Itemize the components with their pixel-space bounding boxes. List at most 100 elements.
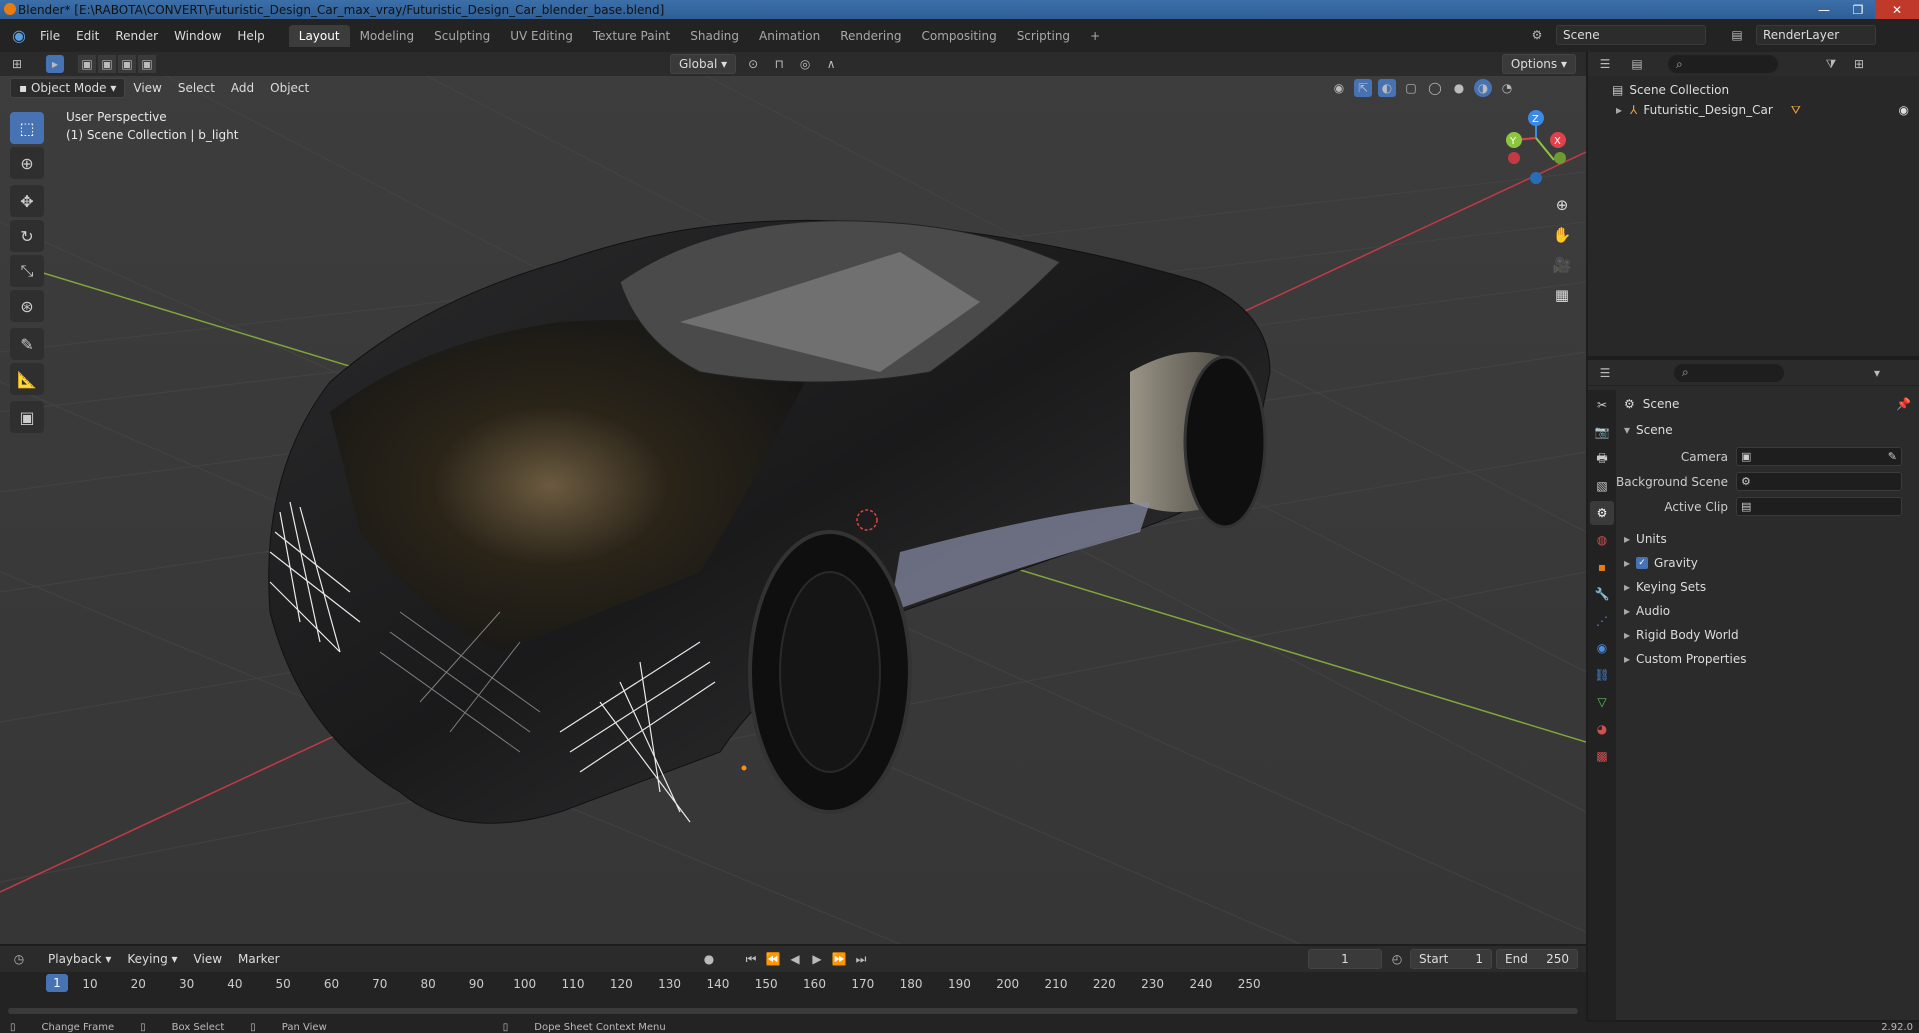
timeline-editor-icon[interactable]: ◷ (10, 950, 28, 968)
blender-menu-icon[interactable]: ◉ (6, 23, 32, 49)
camera-field[interactable]: ▣ ✎ (1736, 447, 1902, 466)
menu-timeline-view[interactable]: View (186, 952, 230, 966)
outliner-root-row[interactable]: ▤ Scene Collection (1588, 80, 1919, 100)
outliner-item-row[interactable]: ▸ ⅄ Futuristic_Design_Car ⛛ ◉ (1588, 100, 1919, 120)
material-tab-icon[interactable]: ◕ (1590, 717, 1614, 741)
scene-tab-icon[interactable]: ⚙ (1590, 501, 1614, 525)
menu-add[interactable]: Add (223, 81, 262, 95)
menu-marker[interactable]: Marker (230, 952, 287, 966)
zoom-icon[interactable]: ⊕ (1549, 192, 1575, 218)
prev-keyframe-icon[interactable]: ⏪ (764, 950, 782, 968)
select-tool-icon[interactable]: ▸ (46, 55, 64, 73)
select-box-tool-icon[interactable]: ⬚ (10, 112, 44, 144)
menu-playback[interactable]: Playback ▾ (40, 952, 119, 966)
options-dropdown[interactable]: Options ▾ (1501, 54, 1576, 74)
select-mode-subtract-icon[interactable]: ▣ (118, 55, 136, 73)
current-frame-indicator[interactable]: 1 (46, 974, 68, 992)
clock-icon[interactable]: ◴ (1388, 950, 1406, 968)
select-mode-intersect-icon[interactable]: ▣ (138, 55, 156, 73)
menu-object[interactable]: Object (262, 81, 317, 95)
gizmo-toggle-icon[interactable]: ⇱ (1354, 79, 1372, 97)
object-tab-icon[interactable]: ▪ (1590, 555, 1614, 579)
tab-shading[interactable]: Shading (680, 25, 749, 47)
solid-shading-icon[interactable]: ● (1450, 79, 1468, 97)
rigid-body-world-section[interactable]: ▸ Rigid Body World (1616, 623, 1919, 647)
timeline-ruler[interactable]: 10 20 30 40 50 60 70 80 90 100 110 120 130 140 150 160 1… (0, 974, 1586, 996)
visibility-icon[interactable]: ◉ (1330, 79, 1348, 97)
particles-tab-icon[interactable]: ⋰ (1590, 609, 1614, 633)
outliner-search-input[interactable]: ⌕ (1668, 55, 1778, 73)
material-shading-icon[interactable]: ◑ (1474, 79, 1492, 97)
properties-editor-icon[interactable]: ☰ (1596, 364, 1614, 382)
proportional-edit-icon[interactable]: ◎ (796, 55, 814, 73)
modifier-tab-icon[interactable]: 🔧 (1590, 582, 1614, 606)
tab-scripting[interactable]: Scripting (1007, 25, 1080, 47)
gravity-section[interactable]: ▸ ✓ Gravity (1616, 551, 1919, 575)
view-layer-tab-icon[interactable]: ▧ (1590, 474, 1614, 498)
physics-tab-icon[interactable]: ◉ (1590, 636, 1614, 660)
measure-tool-icon[interactable]: 📐 (10, 363, 44, 395)
annotate-tool-icon[interactable]: ✎ (10, 328, 44, 360)
menu-window[interactable]: Window (166, 29, 229, 43)
texture-tab-icon[interactable]: ▩ (1590, 744, 1614, 768)
custom-properties-section[interactable]: ▸ Custom Properties (1616, 647, 1919, 671)
mode-dropdown[interactable]: ▪ Object Mode ▾ (10, 78, 126, 98)
expand-arrow-icon[interactable]: ▸ (1616, 103, 1622, 117)
end-frame-field[interactable]: End 250 (1496, 949, 1578, 969)
tab-compositing[interactable]: Compositing (911, 25, 1006, 47)
menu-select[interactable]: Select (170, 81, 223, 95)
pivot-point-icon[interactable]: ⊙ (744, 55, 762, 73)
units-section[interactable]: ▸ Units (1616, 527, 1919, 551)
menu-keying[interactable]: Keying ▾ (119, 952, 185, 966)
keying-sets-section[interactable]: ▸ Keying Sets (1616, 575, 1919, 599)
start-frame-field[interactable]: Start 1 (1410, 949, 1492, 969)
jump-start-icon[interactable]: ⏮ (742, 950, 760, 968)
snap-icon[interactable]: ⊓ (770, 55, 788, 73)
gravity-checkbox[interactable]: ✓ (1636, 557, 1649, 569)
audio-section[interactable]: ▸ Audio (1616, 599, 1919, 623)
tab-texture-paint[interactable]: Texture Paint (583, 25, 680, 47)
editor-type-icon[interactable]: ⊞ (8, 55, 26, 73)
tool-tab-icon[interactable]: ✂ (1590, 393, 1614, 417)
camera-view-icon[interactable]: 🎥 (1549, 252, 1575, 278)
transform-tool-icon[interactable]: ⊛ (10, 290, 44, 322)
menu-help[interactable]: Help (229, 29, 272, 43)
scale-tool-icon[interactable]: ⤡ (10, 255, 44, 287)
render-layer-selector[interactable]: RenderLayer (1756, 25, 1876, 45)
timeline-scrollbar[interactable] (8, 1008, 1578, 1014)
add-cube-tool-icon[interactable]: ▣ (10, 401, 44, 433)
pan-hand-icon[interactable]: ✋ (1549, 222, 1575, 248)
output-tab-icon[interactable]: 🖶 (1590, 447, 1614, 471)
play-reverse-icon[interactable]: ◀ (786, 950, 804, 968)
properties-search-input[interactable]: ⌕ (1674, 363, 1784, 382)
ortho-toggle-icon[interactable]: ▦ (1549, 282, 1575, 308)
overlay-toggle-icon[interactable]: ◐ (1378, 79, 1396, 97)
rotate-tool-icon[interactable]: ↻ (10, 220, 44, 252)
background-scene-field[interactable]: ⚙ (1736, 472, 1902, 491)
filter-icon[interactable]: ⧩ (1822, 55, 1840, 73)
tab-modeling[interactable]: Modeling (350, 25, 425, 47)
xray-icon[interactable]: ▢ (1402, 79, 1420, 97)
cursor-tool-icon[interactable]: ⊕ (10, 147, 44, 179)
eyedropper-icon[interactable]: ✎ (1888, 450, 1901, 463)
current-frame-field[interactable]: 1 (1308, 949, 1382, 969)
wireframe-shading-icon[interactable]: ◯ (1426, 79, 1444, 97)
maximize-button[interactable]: ❐ (1841, 0, 1875, 19)
scene-icon[interactable]: ⚙ (1528, 26, 1546, 44)
pin-icon[interactable]: 📌 (1896, 397, 1911, 411)
tab-layout[interactable]: Layout (288, 24, 350, 47)
data-tab-icon[interactable]: ▽ (1590, 690, 1614, 714)
menu-render[interactable]: Render (107, 29, 166, 43)
scene-selector[interactable]: Scene (1556, 25, 1706, 45)
display-mode-icon[interactable]: ▤ (1628, 55, 1646, 73)
world-tab-icon[interactable]: ◍ (1590, 528, 1614, 552)
menu-view[interactable]: View (125, 81, 169, 95)
move-tool-icon[interactable]: ✥ (10, 185, 44, 217)
orientation-dropdown[interactable]: Global ▾ (670, 54, 737, 74)
3d-viewport[interactable]: Z X Y ⊞ ▸ ▣ ▣ ▣ ▣ Global ▾ ⊙ ⊓ ◎ ∧ Optio… (0, 52, 1586, 944)
render-layer-icon[interactable]: ▤ (1728, 26, 1746, 44)
minimize-button[interactable]: — (1807, 0, 1841, 19)
outliner-editor-icon[interactable]: ☰ (1596, 55, 1614, 73)
constraints-tab-icon[interactable]: ⛓ (1590, 663, 1614, 687)
tab-uv-editing[interactable]: UV Editing (500, 25, 583, 47)
